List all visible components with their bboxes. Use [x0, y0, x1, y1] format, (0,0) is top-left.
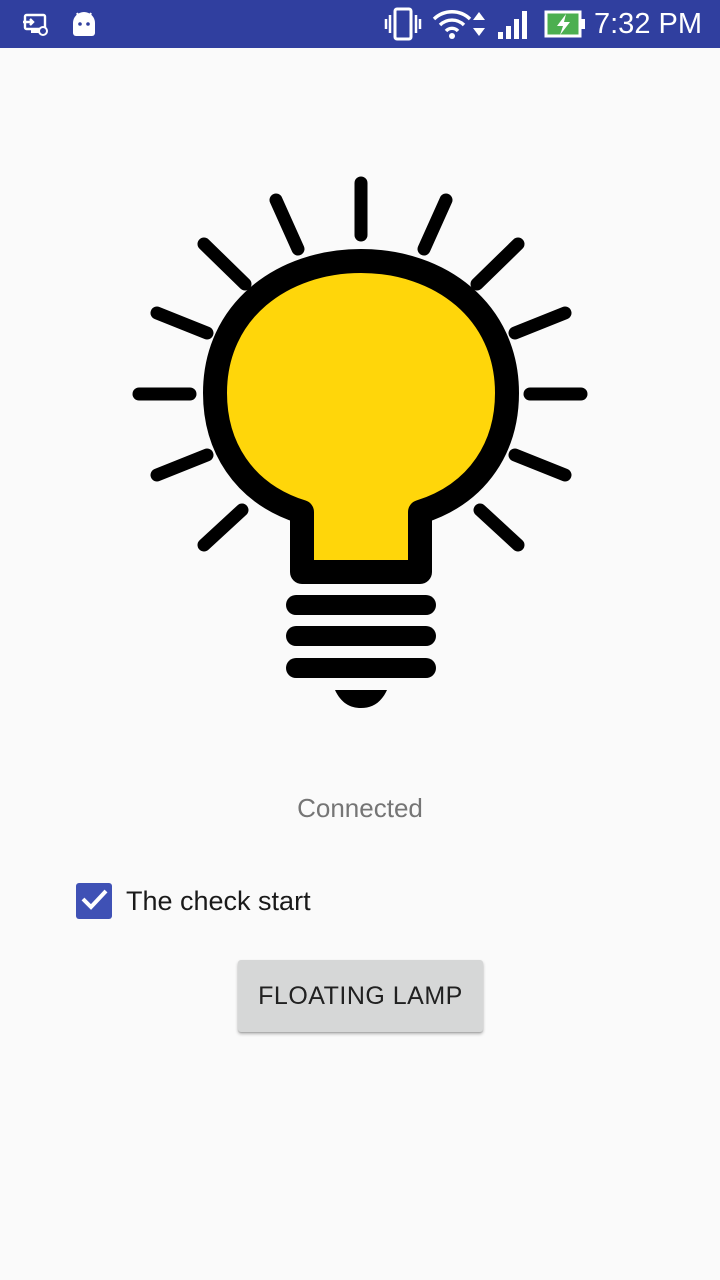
android-icon	[70, 0, 98, 48]
check-start-checkbox[interactable]	[76, 883, 112, 919]
checkmark-icon	[80, 887, 108, 915]
screen-cast-icon	[22, 0, 50, 48]
status-bar: 7:32 PM	[0, 0, 720, 48]
signal-icon	[497, 0, 533, 48]
check-start-label[interactable]: The check start	[126, 886, 311, 917]
check-start-checkbox-row[interactable]: The check start	[76, 881, 311, 921]
connection-status-text: Connected	[297, 793, 423, 823]
lightbulb-icon	[130, 175, 590, 710]
data-arrows-icon	[472, 0, 486, 48]
wifi-icon	[432, 0, 472, 48]
status-time: 7:32 PM	[594, 8, 702, 40]
vibrate-icon	[384, 0, 422, 48]
battery-charging-icon	[544, 0, 586, 48]
floating-lamp-button[interactable]: FLOATING LAMP	[238, 960, 483, 1032]
